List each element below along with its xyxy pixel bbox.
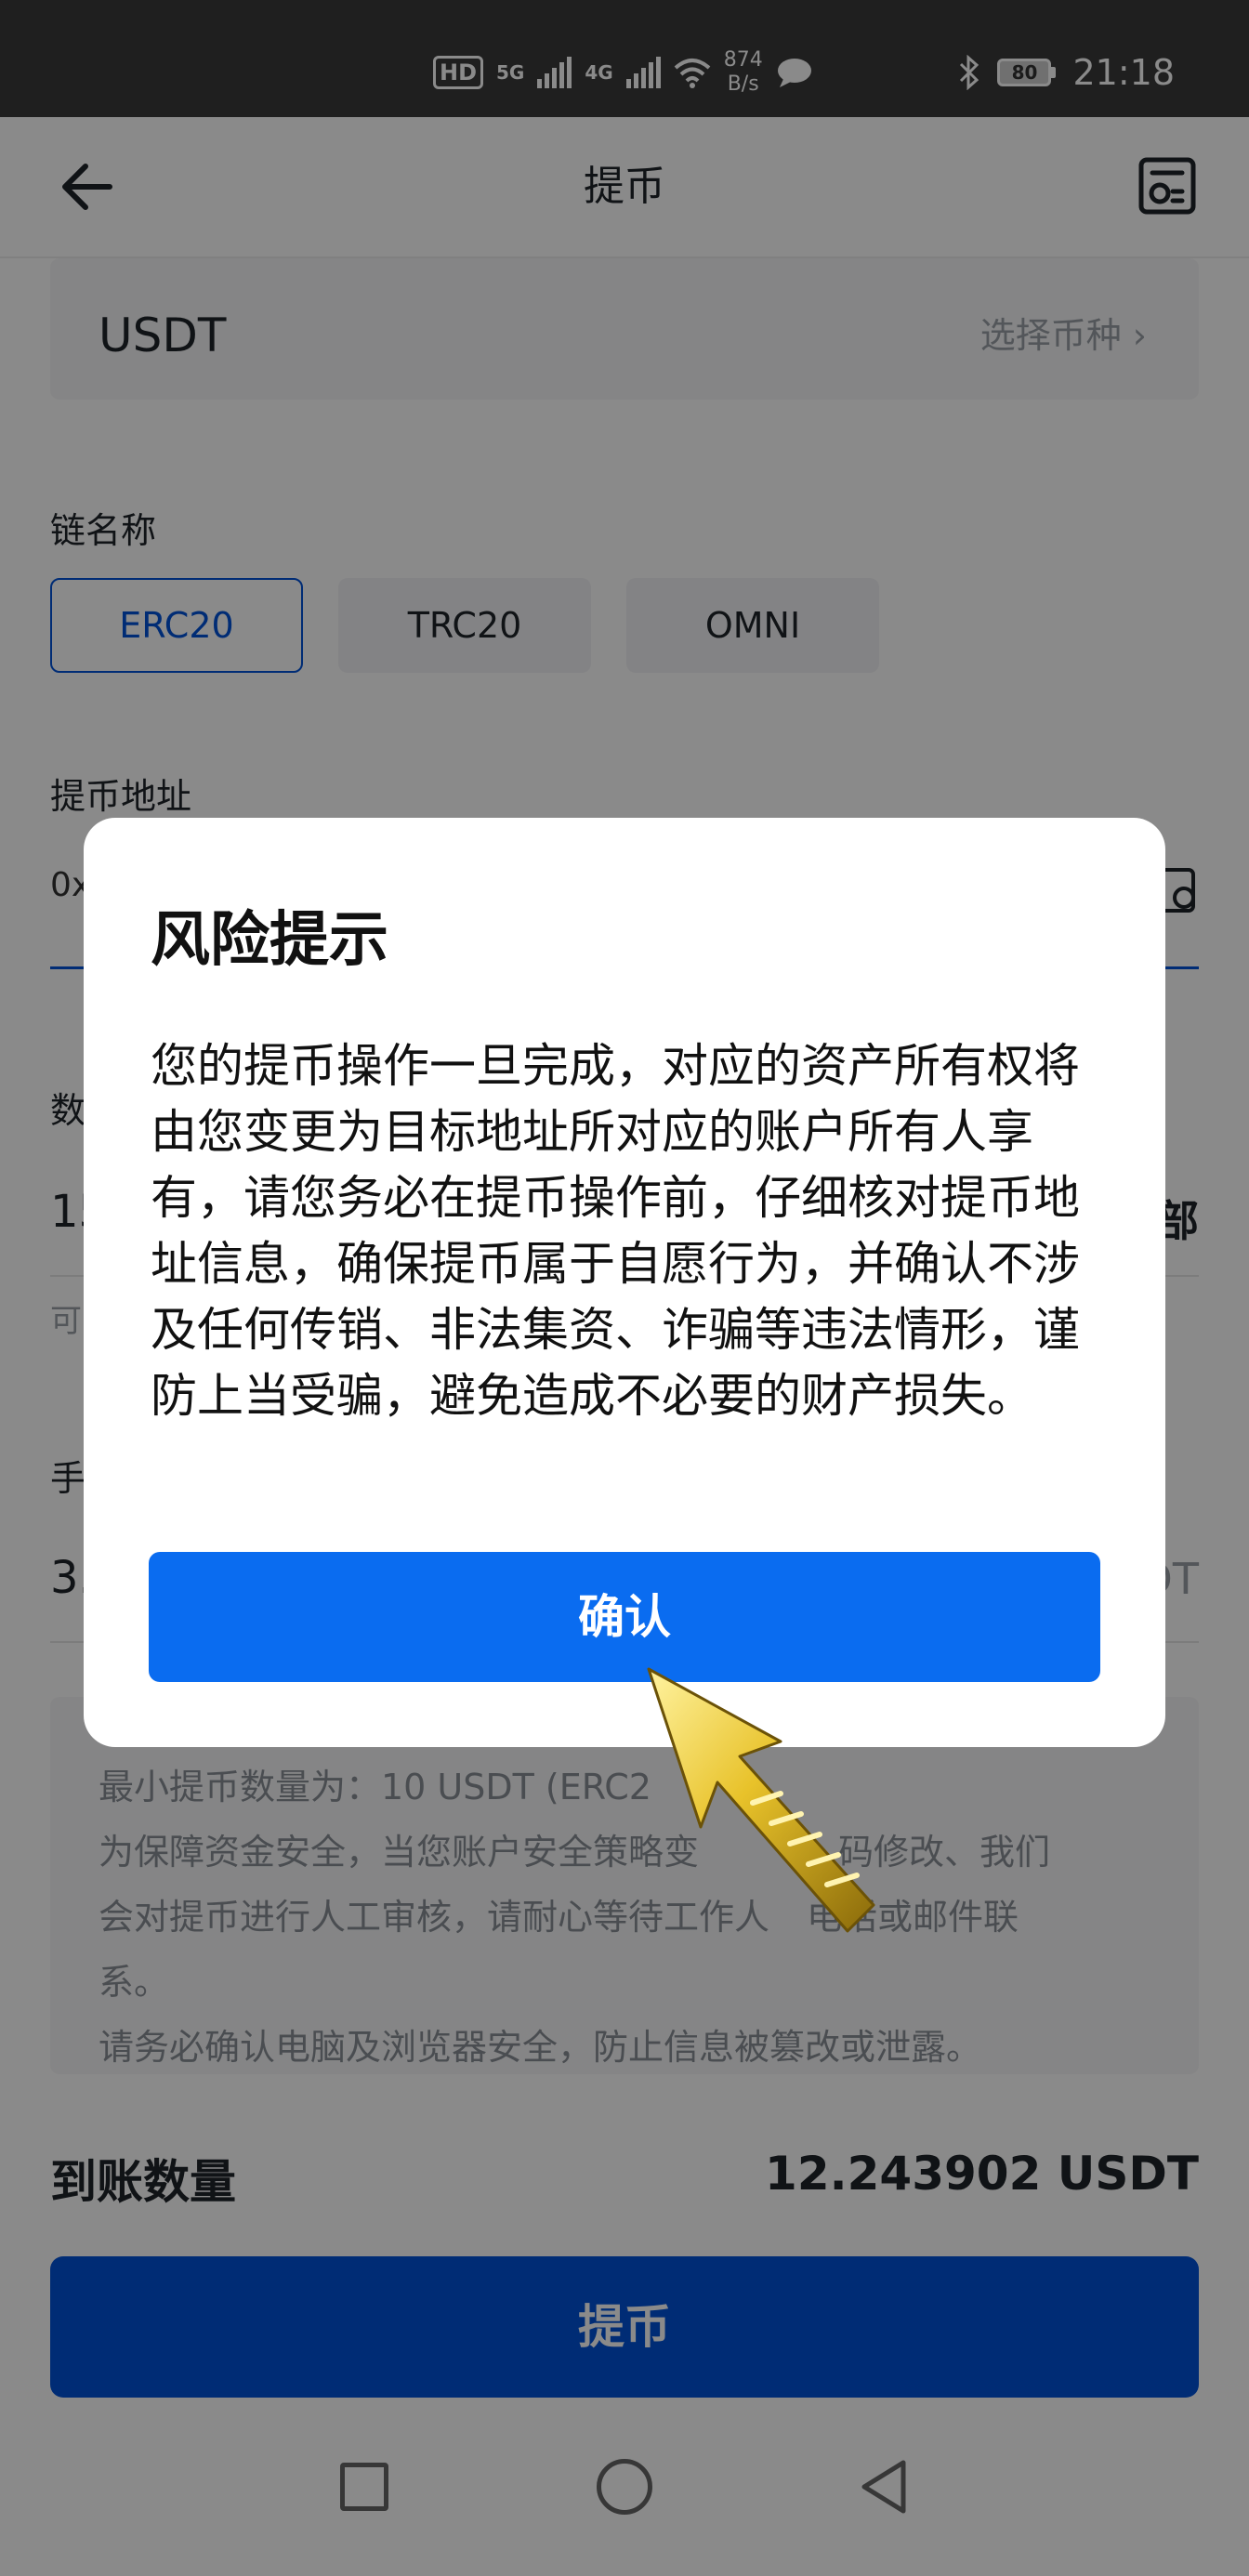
risk-warning-dialog: 风险提示 您的提币操作一旦完成，对应的资产所有权将由您变更为目标地址所对应的账户… <box>84 818 1165 1747</box>
dialog-title: 风险提示 <box>151 906 388 975</box>
confirm-button[interactable]: 确认 <box>149 1552 1100 1682</box>
dialog-body: 您的提币操作一旦完成，对应的资产所有权将由您变更为目标地址所对应的账户所有人享有… <box>151 1039 1080 1423</box>
pointer-cursor-icon <box>647 1667 875 1933</box>
